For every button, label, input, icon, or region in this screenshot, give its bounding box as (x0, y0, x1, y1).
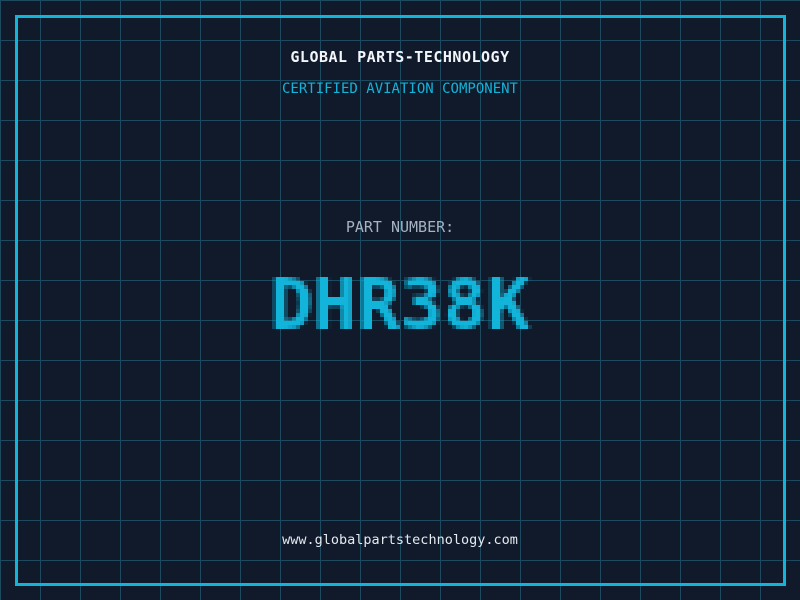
part-number-label: PART NUMBER: (345, 218, 455, 236)
certificate-page: GLOBAL PARTS-TECHNOLOGY CERTIFIED AVIATI… (0, 0, 800, 600)
company-title: GLOBAL PARTS-TECHNOLOGY (290, 48, 510, 66)
website-url: www.globalpartstechnology.com (282, 532, 518, 548)
certification-subtitle: CERTIFIED AVIATION COMPONENT (281, 81, 518, 97)
part-number-display (260, 261, 540, 341)
